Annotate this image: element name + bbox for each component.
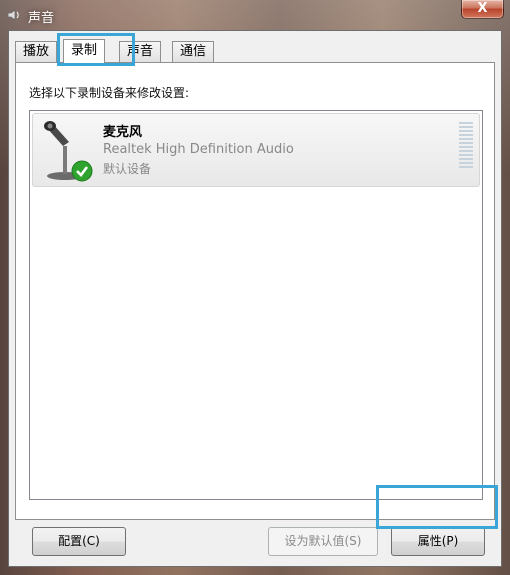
device-driver: Realtek High Definition Audio xyxy=(103,142,294,157)
title-bar[interactable]: 声音 X xyxy=(0,0,510,30)
device-status: 默认设备 xyxy=(103,162,152,176)
close-button[interactable]: X xyxy=(461,0,504,19)
tab-playback[interactable]: 播放 xyxy=(15,41,58,62)
tab-communications[interactable]: 通信 xyxy=(172,41,215,62)
recording-panel: 选择以下录制设备来修改设置: 麦克风 Realtek High Definiti… xyxy=(15,62,495,520)
properties-button[interactable]: 属性(P) xyxy=(391,527,485,556)
tab-highlight-frame xyxy=(57,33,135,66)
window-title: 声音 xyxy=(28,11,55,26)
level-meter xyxy=(459,122,473,170)
properties-highlight-frame xyxy=(376,485,498,529)
set-default-button[interactable]: 设为默认值(S) xyxy=(268,527,378,556)
device-list[interactable]: 麦克风 Realtek High Definition Audio 默认设备 xyxy=(29,110,483,500)
configure-button[interactable]: 配置(C) xyxy=(32,527,126,556)
instruction-text: 选择以下录制设备来修改设置: xyxy=(29,86,190,100)
speaker-icon xyxy=(7,9,19,21)
default-check-icon xyxy=(71,160,93,182)
close-icon: X xyxy=(477,1,488,16)
device-name: 麦克风 xyxy=(103,125,143,140)
list-item[interactable]: 麦克风 Realtek High Definition Audio 默认设备 xyxy=(32,113,480,187)
window-frame: 声音 X 播放 录制 声音 通信 选择以下录制设备来修改设置: 麦克风 Real… xyxy=(0,0,510,575)
